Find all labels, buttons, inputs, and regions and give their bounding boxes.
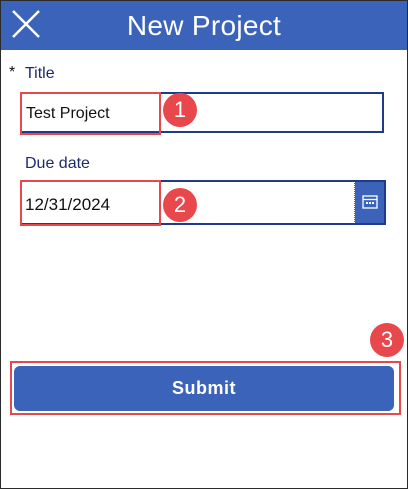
required-marker: * — [9, 64, 16, 81]
due-date-label: Due date — [25, 155, 90, 172]
title-field-value: Test Project — [26, 105, 110, 122]
step-marker-3: 3 — [370, 323, 404, 357]
app-screen — [0, 0, 408, 489]
due-date-field[interactable]: 12/31/2024 — [20, 180, 386, 225]
date-picker-button[interactable] — [354, 182, 384, 223]
step-marker-2: 2 — [163, 188, 197, 222]
due-date-value: 12/31/2024 — [25, 195, 111, 214]
title-label: Title — [25, 65, 55, 82]
step-marker-1: 1 — [163, 93, 197, 127]
header-bar: New Project — [1, 1, 407, 50]
title-field[interactable]: Test Project — [20, 92, 384, 133]
page-title: New Project — [126, 10, 282, 41]
submit-button[interactable]: Submit — [14, 366, 394, 411]
calendar-icon — [362, 195, 378, 209]
